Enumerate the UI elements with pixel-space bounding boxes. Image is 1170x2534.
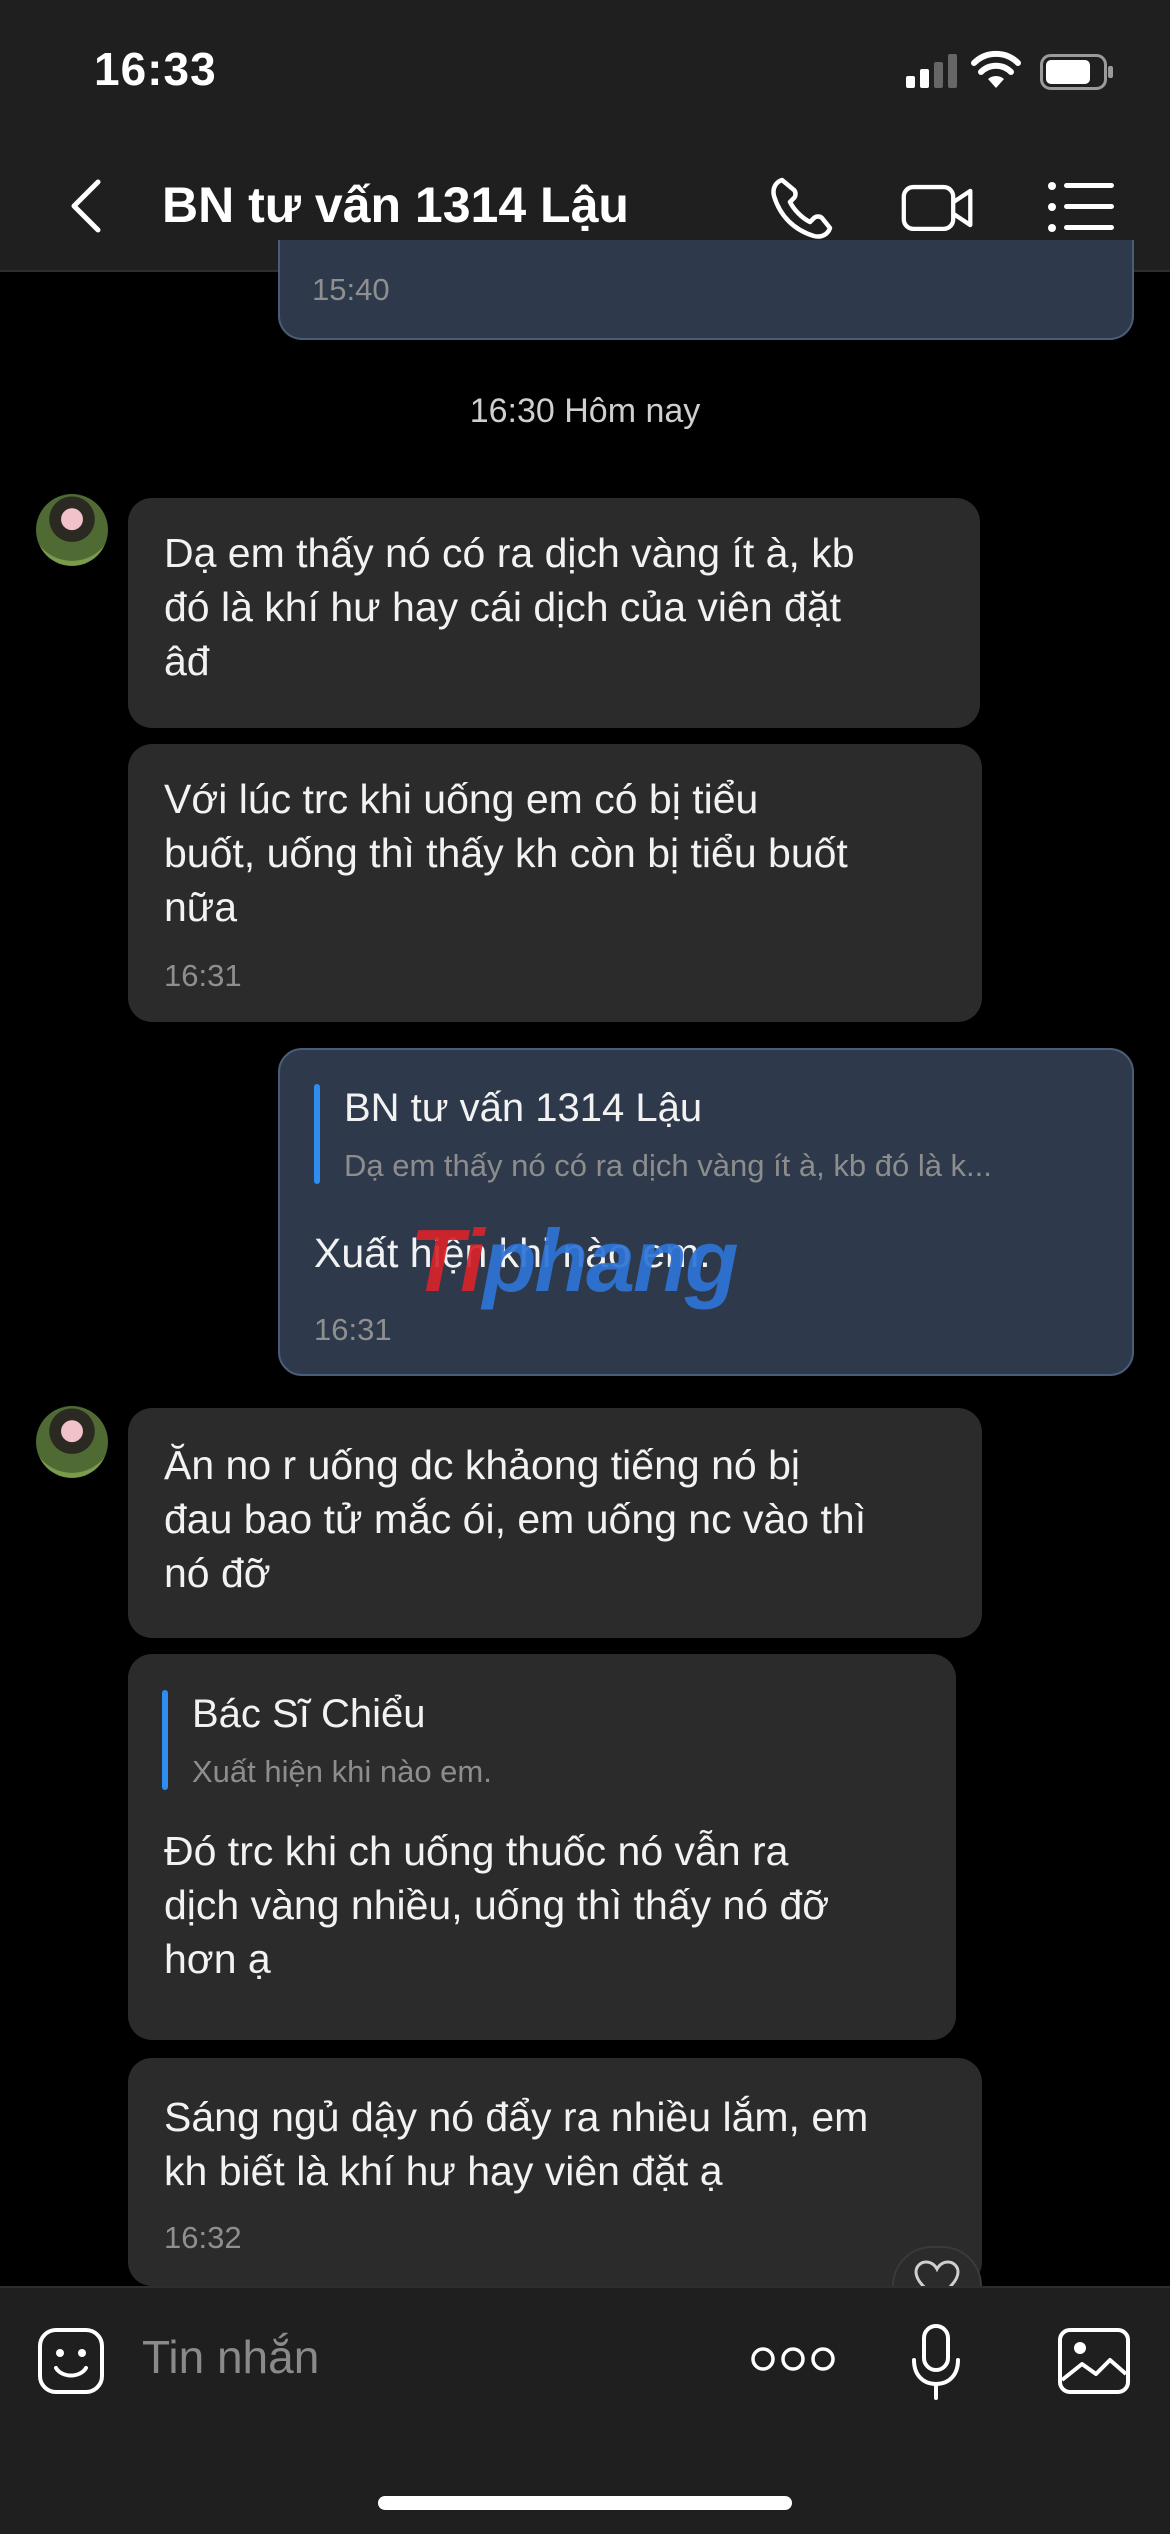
message-time: 16:31 <box>314 1312 392 1347</box>
quote-sender-name: BN tư vấn 1314 Lậu <box>344 1086 703 1130</box>
message-time: 16:32 <box>164 2220 242 2255</box>
date-separator: 16:30 Hôm nay <box>469 392 701 430</box>
message-text: Sáng ngủ dậy nó đẩy ra nhiều lắm, em kh … <box>164 2094 869 2194</box>
message-text: Dạ em thấy nó có ra dịch vàng ít à, kb đ… <box>164 530 855 684</box>
message-time: 15:40 <box>312 272 390 307</box>
incoming-message-bubble[interactable]: Dạ em thấy nó có ra dịch vàng ít à, kb đ… <box>128 498 980 728</box>
message-composer: Tin nhắn <box>0 2286 1170 2534</box>
incoming-message-bubble[interactable]: Bác Sĩ Chiểu Xuất hiện khi nào em. Đó tr… <box>128 1654 956 2040</box>
image-gallery-icon[interactable] <box>1056 2326 1132 2396</box>
message-text: Đó trc khi ch uống thuốc nó vẫn ra dịch … <box>164 1828 830 1982</box>
wifi-icon <box>971 50 1021 88</box>
chat-title[interactable]: BN tư vấn 1314 Lậu <box>162 176 629 234</box>
contact-avatar[interactable] <box>36 1406 108 1478</box>
more-options-icon[interactable] <box>750 2344 836 2374</box>
back-chevron-icon[interactable] <box>60 176 120 236</box>
message-time: 16:31 <box>164 958 242 993</box>
watermark-logo: Tiphang <box>410 1211 739 1310</box>
battery-icon <box>1040 54 1113 90</box>
video-call-icon[interactable] <box>900 172 976 242</box>
quote-bar <box>314 1084 320 1184</box>
quote-preview: Dạ em thấy nó có ra dịch vàng ít à, kb đ… <box>344 1148 992 1183</box>
incoming-message-bubble[interactable]: Với lúc trc khi uống em có bị tiểu buốt,… <box>128 744 982 1022</box>
message-input[interactable]: Tin nhắn <box>142 2330 319 2384</box>
quote-sender-name: Bác Sĩ Chiểu <box>192 1692 426 1736</box>
incoming-message-bubble[interactable]: Ăn no r uống dc khảong tiếng nó bị đau b… <box>128 1408 982 1638</box>
quote-preview: Xuất hiện khi nào em. <box>192 1754 492 1789</box>
top-bar: 16:33 BN tư vấn 1314 Lậu <box>0 0 1170 272</box>
quote-bar <box>162 1690 168 1790</box>
menu-list-icon[interactable] <box>1044 172 1120 242</box>
cellular-signal-icon <box>906 54 957 88</box>
home-indicator <box>378 2496 792 2510</box>
contact-avatar[interactable] <box>36 494 108 566</box>
status-time: 16:33 <box>94 43 217 95</box>
emoji-sticker-icon[interactable] <box>36 2326 106 2396</box>
outgoing-message-bubble[interactable]: 15:40 <box>278 240 1134 340</box>
microphone-icon[interactable] <box>908 2322 964 2402</box>
message-text: Với lúc trc khi uống em có bị tiểu buốt,… <box>164 776 848 930</box>
phone-call-icon[interactable] <box>764 172 840 242</box>
incoming-message-bubble[interactable]: Sáng ngủ dậy nó đẩy ra nhiều lắm, em kh … <box>128 2058 982 2286</box>
message-text: Ăn no r uống dc khảong tiếng nó bị đau b… <box>164 1442 867 1596</box>
